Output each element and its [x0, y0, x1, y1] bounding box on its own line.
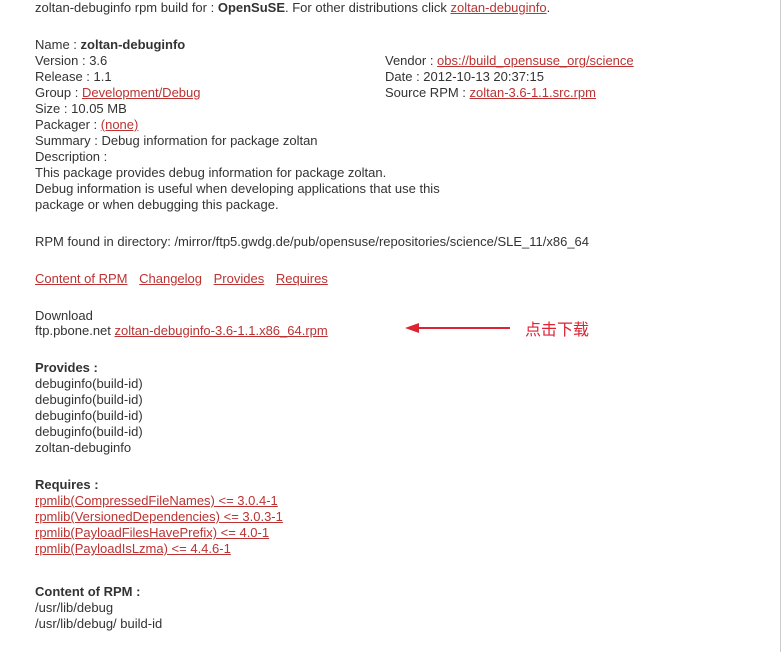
provides-item: zoltan-debuginfo: [35, 440, 745, 455]
download-section: Download ftp.pbone.net zoltan-debuginfo-…: [35, 308, 745, 338]
content-rpm-item: /usr/lib/debug: [35, 600, 745, 615]
package-details: Name : zoltan-debuginfo Version : 3.6 Ve…: [35, 37, 745, 212]
content-of-rpm-link[interactable]: Content of RPM: [35, 271, 128, 286]
desc-line2: Debug information is useful when develop…: [35, 181, 745, 196]
group-label: Group :: [35, 85, 82, 100]
summary-label: Summary : Debug information for package …: [35, 133, 745, 148]
content-rpm-header: Content of RPM :: [35, 584, 745, 599]
provides-item: debuginfo(build-id): [35, 424, 745, 439]
provides-link[interactable]: Provides: [214, 271, 265, 286]
date-label: Date : 2012-10-13 20:37:15: [385, 69, 745, 84]
intro-text: zoltan-debuginfo rpm build for : OpenSuS…: [35, 0, 745, 15]
download-file-link[interactable]: zoltan-debuginfo-3.6-1.1.x86_64.rpm: [115, 323, 328, 338]
release-label: Release : 1.1: [35, 69, 385, 84]
intro-suffix: .: [547, 0, 551, 15]
provides-section: Provides : debuginfo(build-id) debuginfo…: [35, 360, 745, 455]
provides-item: debuginfo(build-id): [35, 376, 745, 391]
packager-label: Packager :: [35, 117, 101, 132]
requires-link[interactable]: Requires: [276, 271, 328, 286]
provides-item: debuginfo(build-id): [35, 392, 745, 407]
description-label: Description :: [35, 149, 745, 164]
source-link[interactable]: zoltan-3.6-1.1.src.rpm: [470, 85, 596, 100]
size-label: Size : 10.05 MB: [35, 101, 745, 116]
content-rpm-item: /usr/lib/debug/ build-id: [35, 616, 745, 631]
desc-line3: package or when debugging this package.: [35, 197, 745, 212]
vendor-label: Vendor :: [385, 53, 437, 68]
changelog-link[interactable]: Changelog: [139, 271, 202, 286]
requires-item-link[interactable]: rpmlib(CompressedFileNames) <= 3.0.4-1: [35, 493, 278, 508]
packager-link[interactable]: (none): [101, 117, 139, 132]
page-links: Content of RPM Changelog Provides Requir…: [35, 271, 745, 286]
version-label: Version : 3.6: [35, 53, 385, 68]
rpm-found-text: RPM found in directory: /mirror/ftp5.gwd…: [35, 234, 745, 249]
name-label: Name :: [35, 37, 81, 52]
intro-link[interactable]: zoltan-debuginfo: [450, 0, 546, 15]
provides-header: Provides :: [35, 360, 745, 375]
name-value: zoltan-debuginfo: [81, 37, 186, 52]
download-server: ftp.pbone.net: [35, 323, 111, 338]
vendor-link[interactable]: obs://build_opensuse_org/science: [437, 53, 634, 68]
intro-prefix: zoltan-debuginfo rpm build for :: [35, 0, 218, 15]
requires-item-link[interactable]: rpmlib(VersionedDependencies) <= 3.0.3-1: [35, 509, 283, 524]
requires-header: Requires :: [35, 477, 745, 492]
download-label: Download: [35, 308, 745, 323]
requires-section: Requires : rpmlib(CompressedFileNames) <…: [35, 477, 745, 556]
arrow-icon: [405, 316, 515, 340]
group-link[interactable]: Development/Debug: [82, 85, 201, 100]
requires-item-link[interactable]: rpmlib(PayloadFilesHavePrefix) <= 4.0-1: [35, 525, 269, 540]
annotation-arrow: 点击下载: [405, 316, 589, 340]
requires-item-link[interactable]: rpmlib(PayloadIsLzma) <= 4.4.6-1: [35, 541, 231, 556]
content-of-rpm-section: Content of RPM : /usr/lib/debug /usr/lib…: [35, 584, 745, 631]
desc-line1: This package provides debug information …: [35, 165, 745, 180]
source-label: Source RPM :: [385, 85, 470, 100]
intro-distro: OpenSuSE: [218, 0, 285, 15]
intro-middle: . For other distributions click: [285, 0, 450, 15]
provides-item: debuginfo(build-id): [35, 408, 745, 423]
annotation-text: 点击下载: [525, 316, 589, 340]
